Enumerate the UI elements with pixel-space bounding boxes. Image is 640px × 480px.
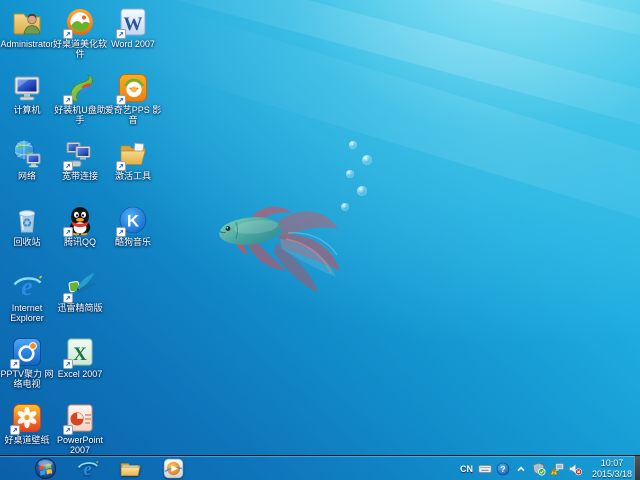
desktop-icon-network[interactable]: 网络 bbox=[0, 138, 56, 204]
icon-label: PowerPoint 2007 bbox=[51, 435, 109, 455]
icon-label: 爱奇艺PPS 影音 bbox=[104, 105, 162, 125]
icon-label: 腾讯QQ bbox=[51, 237, 109, 247]
xunlei-bird-icon bbox=[64, 270, 96, 302]
bubble bbox=[357, 186, 367, 196]
taskbar[interactable]: e CN ? 10:07 2015/3/18 bbox=[0, 455, 640, 480]
desktop-icon-computer[interactable]: 计算机 bbox=[0, 72, 56, 138]
shortcut-arrow-icon bbox=[116, 95, 126, 105]
svg-text:?: ? bbox=[500, 464, 505, 474]
bubble bbox=[362, 155, 372, 165]
shortcut-arrow-icon bbox=[116, 29, 126, 39]
shortcut-arrow-icon bbox=[116, 227, 126, 237]
icon-label: Internet Explorer bbox=[0, 303, 56, 323]
network-globe-icon bbox=[11, 138, 43, 170]
svg-text:e: e bbox=[83, 459, 91, 480]
icon-label: 好桌道壁纸 bbox=[0, 435, 56, 445]
svg-text:e: e bbox=[21, 272, 33, 301]
taskbar-button-media-player[interactable] bbox=[162, 457, 185, 480]
icon-label: Administrator bbox=[0, 39, 56, 49]
shortcut-arrow-icon bbox=[10, 425, 20, 435]
haozhuodao-icon bbox=[64, 6, 96, 38]
betta-fish bbox=[198, 185, 348, 300]
tray-volume-muted-icon[interactable] bbox=[568, 462, 582, 476]
media-player-icon bbox=[162, 457, 185, 480]
excel-icon: X bbox=[64, 336, 96, 368]
light-ray bbox=[304, 0, 640, 70]
clock-date: 2015/3/18 bbox=[592, 469, 632, 480]
icon-label: PPTV聚力 网络电视 bbox=[0, 369, 56, 389]
shortcut-arrow-icon bbox=[63, 161, 73, 171]
tray-network-warning-icon[interactable] bbox=[550, 462, 564, 476]
language-indicator[interactable]: CN bbox=[459, 464, 474, 474]
desktop-icon-haozhuangji-helper[interactable]: 好装机U盘助手 bbox=[51, 72, 109, 138]
icon-label: Word 2007 bbox=[104, 39, 162, 49]
tray-security-check-icon[interactable] bbox=[532, 462, 546, 476]
powerpoint-icon bbox=[64, 402, 96, 434]
icon-label: 好桌道美化软件 bbox=[51, 39, 109, 59]
icon-label: 激活工具 bbox=[104, 171, 162, 181]
svg-text:X: X bbox=[73, 344, 87, 365]
shortcut-arrow-icon bbox=[63, 227, 73, 237]
tray-chevron-up-icon[interactable] bbox=[514, 462, 528, 476]
desktop-icon-haozhuodao-software[interactable]: 好桌道美化软件 bbox=[51, 6, 109, 72]
desktop-icon-tencent-qq[interactable]: 腾讯QQ bbox=[51, 204, 109, 270]
broadband-icon bbox=[64, 138, 96, 170]
shortcut-arrow-icon bbox=[63, 293, 73, 303]
icon-label: 计算机 bbox=[0, 105, 56, 115]
tools-folder-icon bbox=[117, 138, 149, 170]
show-desktop-button[interactable] bbox=[634, 456, 640, 480]
computer-icon bbox=[11, 72, 43, 104]
explorer-folder-icon bbox=[119, 457, 142, 480]
desktop-icon-recycle-bin[interactable]: ♻ 回收站 bbox=[0, 204, 56, 270]
shortcut-arrow-icon bbox=[63, 425, 73, 435]
desktop-icon-word-2007[interactable]: W Word 2007 bbox=[104, 6, 162, 72]
qq-icon bbox=[64, 204, 96, 236]
desktop-icon-internet-explorer[interactable]: e Internet Explorer bbox=[0, 270, 56, 336]
shortcut-arrow-icon bbox=[10, 359, 20, 369]
icon-label: 酷狗音乐 bbox=[104, 237, 162, 247]
wallpaper-flower-icon bbox=[11, 402, 43, 434]
pps-icon bbox=[117, 72, 149, 104]
desktop-icon-pptv[interactable]: PPTV聚力 网络电视 bbox=[0, 336, 56, 402]
taskbar-button-windows-explorer[interactable] bbox=[119, 457, 142, 480]
taskbar-clock[interactable]: 10:07 2015/3/18 bbox=[592, 458, 632, 479]
user-folder-icon bbox=[11, 6, 43, 38]
icon-label: Excel 2007 bbox=[51, 369, 109, 379]
desktop-icon-pps-video[interactable]: 爱奇艺PPS 影音 bbox=[104, 72, 162, 138]
shortcut-arrow-icon bbox=[116, 161, 126, 171]
shortcut-arrow-icon bbox=[63, 359, 73, 369]
tray-help-icon[interactable]: ? bbox=[496, 462, 510, 476]
kugou-icon: K bbox=[117, 204, 149, 236]
word-icon: W bbox=[117, 6, 149, 38]
icon-label: 迅雷精简版 bbox=[51, 303, 109, 313]
start-button[interactable] bbox=[34, 457, 57, 480]
icon-label: 宽带连接 bbox=[51, 171, 109, 181]
icon-label: 回收站 bbox=[0, 237, 56, 247]
pptv-icon bbox=[11, 336, 43, 368]
bubble bbox=[349, 141, 357, 149]
icon-label: 好装机U盘助手 bbox=[51, 105, 109, 125]
icon-label: 网络 bbox=[0, 171, 56, 181]
bubble bbox=[346, 170, 354, 178]
recycle-bin-icon: ♻ bbox=[11, 204, 43, 236]
shortcut-arrow-icon bbox=[63, 29, 73, 39]
desktop-icon-kugou-music[interactable]: K 酷狗音乐 bbox=[104, 204, 162, 270]
shortcut-arrow-icon bbox=[63, 95, 73, 105]
desktop-icon-activation-tools[interactable]: 激活工具 bbox=[104, 138, 162, 204]
green-ribbon-icon bbox=[64, 72, 96, 104]
desktop-wallpaper: Administrator 好桌道美化软件 W Word 2007 计算机 好装机… bbox=[0, 0, 640, 480]
taskbar-button-internet-explorer[interactable]: e bbox=[76, 457, 99, 480]
system-tray: CN ? bbox=[459, 456, 582, 480]
svg-text:W: W bbox=[124, 14, 143, 35]
desktop-icon-administrator[interactable]: Administrator bbox=[0, 6, 56, 72]
clock-time: 10:07 bbox=[592, 458, 632, 469]
desktop-icon-excel-2007[interactable]: X Excel 2007 bbox=[51, 336, 109, 402]
ie-icon: e bbox=[11, 270, 43, 302]
ie-icon: e bbox=[76, 457, 99, 480]
svg-text:K: K bbox=[127, 212, 140, 231]
desktop-icon-broadband-connection[interactable]: 宽带连接 bbox=[51, 138, 109, 204]
desktop-icon-xunlei-lite[interactable]: 迅雷精简版 bbox=[51, 270, 109, 336]
tray-keyboard-icon[interactable] bbox=[478, 462, 492, 476]
